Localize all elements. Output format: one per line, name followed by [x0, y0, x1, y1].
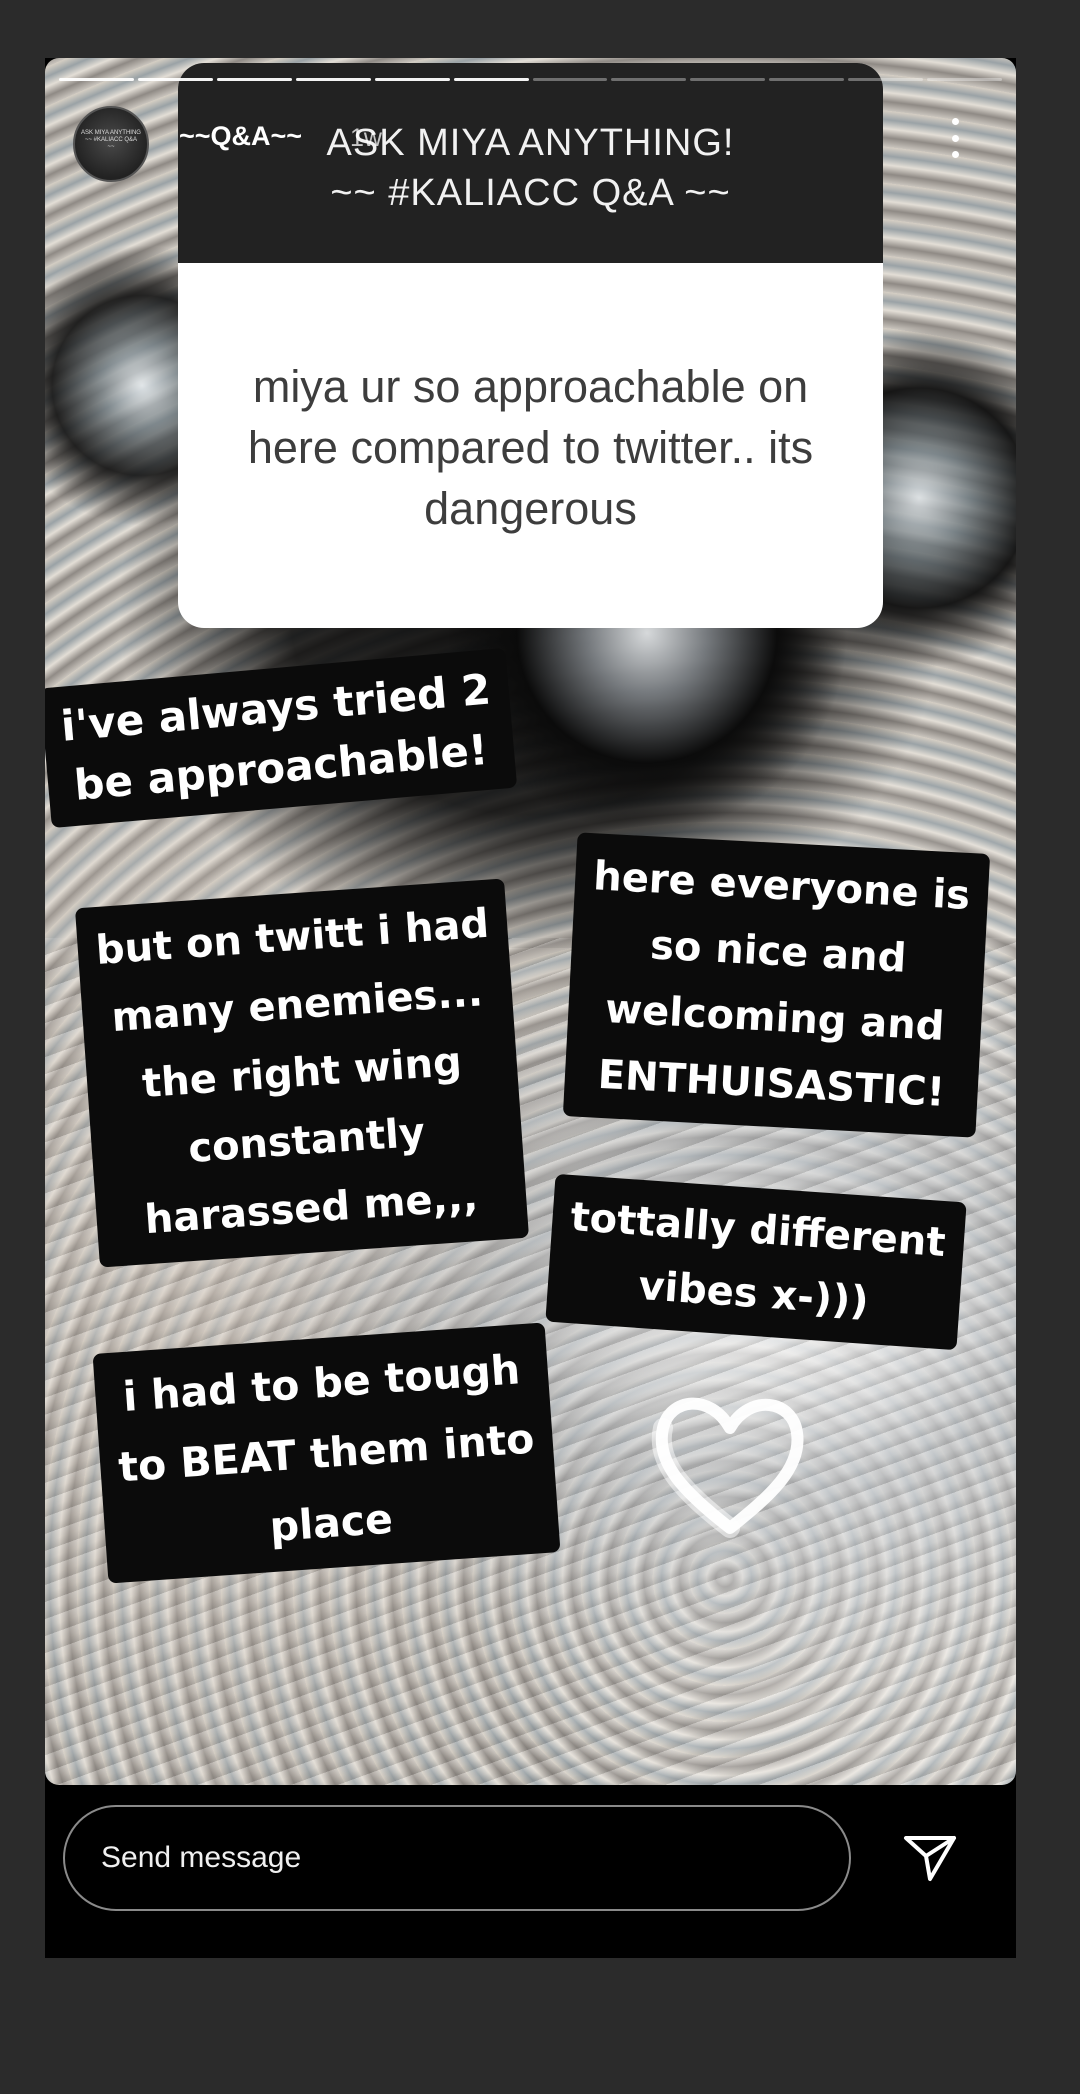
- avatar[interactable]: ASK MIYA ANYTHING ~~ #KALIACC Q&A ~~: [73, 106, 149, 182]
- caption-2: but on twitt i had many enemies... the r…: [74, 878, 529, 1268]
- progress-segment: [611, 78, 687, 81]
- question-text: miya ur so approachable on here compared…: [247, 361, 814, 534]
- progress-segment: [216, 78, 292, 81]
- send-icon[interactable]: [903, 1833, 957, 1883]
- story-progress-bar: [59, 78, 1003, 81]
- avatar-text: ASK MIYA ANYTHING ~~ #KALIACC Q&A ~~: [81, 130, 141, 150]
- progress-segment: [927, 78, 1003, 81]
- story-frame: ASK MIYA ANYTHING! ~~ #KALIACC Q&A ~~ mi…: [45, 58, 1016, 1958]
- heart-icon: [651, 1397, 804, 1538]
- progress-segment: [690, 78, 766, 81]
- progress-segment: [59, 78, 134, 81]
- caption-3: here everyone is so nice and welcoming a…: [562, 832, 991, 1138]
- timestamp: 1w: [350, 124, 382, 152]
- send-message-input[interactable]: [63, 1805, 851, 1911]
- progress-segment: [374, 78, 450, 81]
- question-card-header: ASK MIYA ANYTHING! ~~ #KALIACC Q&A ~~: [178, 63, 883, 263]
- story-image[interactable]: ASK MIYA ANYTHING! ~~ #KALIACC Q&A ~~ mi…: [45, 58, 1016, 1785]
- progress-segment: [295, 78, 371, 81]
- caption-5: i had to be tough to BEAT them into plac…: [92, 1322, 561, 1584]
- progress-segment: [453, 78, 529, 81]
- caption-4: tottally different vibes x-))): [545, 1173, 967, 1351]
- more-options-icon[interactable]: [948, 118, 962, 158]
- progress-segment: [769, 78, 845, 81]
- username[interactable]: ~~Q&A~~: [179, 121, 302, 152]
- progress-segment: [532, 78, 608, 81]
- progress-segment: [848, 78, 924, 81]
- message-bar: [45, 1785, 1016, 1958]
- question-card-title-line2: ~~ #KALIACC Q&A ~~: [330, 172, 731, 214]
- progress-segment: [137, 78, 213, 81]
